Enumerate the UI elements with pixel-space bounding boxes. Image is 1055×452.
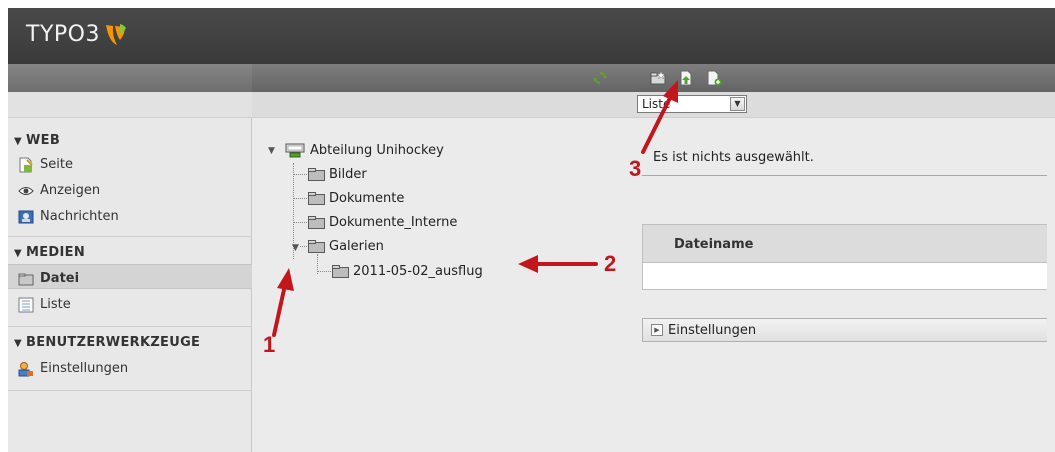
subbar-left	[8, 92, 252, 118]
tree-line	[317, 271, 331, 272]
tree-line	[293, 198, 307, 199]
new-folder-icon[interactable]	[650, 70, 666, 86]
module-menu: ▼ WEB Seite Anzeigen Nachrichten ▼ MEDIE…	[8, 118, 252, 452]
new-file-icon[interactable]	[706, 70, 722, 86]
top-bar: TYPO3	[8, 8, 1055, 64]
user-settings-icon	[18, 361, 33, 376]
tree-node-bilder[interactable]: Bilder	[308, 167, 367, 182]
annotation-label-2: 2	[604, 251, 617, 276]
nothing-selected-message: Es ist nichts ausgewählt.	[653, 150, 814, 165]
tree-node-dokumente-interne[interactable]: Dokumente_Interne	[308, 215, 457, 230]
divider	[642, 175, 1047, 176]
collapse-triangle-icon[interactable]: ▼	[268, 146, 275, 156]
folder-icon	[308, 192, 325, 205]
table-row	[643, 263, 1047, 289]
expand-icon: ▶	[651, 324, 663, 336]
docheader-left	[8, 64, 252, 92]
menu-item-nachrichten[interactable]: Nachrichten	[8, 202, 252, 227]
dropdown-arrow-icon[interactable]: ▼	[730, 97, 745, 111]
settings-section-toggle[interactable]: ▶ Einstellungen	[642, 318, 1047, 342]
menu-group-web[interactable]: ▼ WEB	[8, 128, 252, 152]
menu-group-benutzerwerkzeuge[interactable]: ▼ BENUTZERWERKZEUGE	[8, 330, 252, 354]
upload-file-icon[interactable]	[678, 70, 694, 86]
collapse-triangle-icon: ▼	[14, 136, 22, 147]
menu-item-liste[interactable]: Liste	[8, 290, 252, 315]
menu-separator	[8, 236, 252, 237]
collapse-triangle-icon: ▼	[14, 338, 22, 349]
annotation-label-1: 1	[263, 332, 276, 357]
column-header-dateiname[interactable]: Dateiname	[643, 225, 1047, 263]
folder-icon	[18, 273, 34, 285]
annotation-label-3: 3	[629, 156, 642, 181]
tree-line	[293, 222, 307, 223]
typo3-logo-text: TYPO3	[26, 22, 100, 47]
eye-icon	[18, 186, 34, 195]
tree-node-dokumente[interactable]: Dokumente	[308, 191, 404, 206]
folder-icon	[308, 240, 325, 253]
docheader-toolbar	[252, 64, 1055, 92]
menu-separator	[8, 390, 252, 391]
tree-node-galerien[interactable]: Galerien	[308, 239, 384, 254]
menu-item-anzeigen[interactable]: Anzeigen	[8, 176, 252, 201]
news-icon	[18, 210, 34, 223]
folder-icon	[308, 168, 325, 181]
collapse-triangle-icon: ▼	[14, 248, 22, 259]
menu-item-einstellungen[interactable]: Einstellungen	[8, 354, 252, 379]
folder-icon	[308, 216, 325, 229]
page-icon	[19, 157, 33, 172]
refresh-icon[interactable]	[592, 70, 608, 86]
folder-icon	[332, 265, 349, 278]
tree-line	[293, 174, 307, 175]
tree-node-ausflug[interactable]: 2011-05-02_ausflug	[332, 264, 483, 279]
list-icon	[18, 297, 34, 312]
typo3-logo-icon	[106, 24, 126, 45]
menu-item-seite[interactable]: Seite	[8, 150, 252, 175]
view-mode-select[interactable]: Liste ▼	[637, 95, 747, 113]
menu-group-medien[interactable]: ▼ MEDIEN	[8, 240, 252, 264]
menu-separator	[8, 326, 252, 327]
tree-line	[300, 246, 307, 247]
folder-tree: ▼ Abteilung Unihockey Bilder Dokumente D…	[252, 118, 635, 452]
menu-item-datei[interactable]: Datei	[8, 264, 252, 289]
filemount-icon	[285, 143, 305, 158]
file-table: Dateiname	[642, 224, 1047, 290]
collapse-triangle-icon[interactable]: ▼	[292, 243, 299, 253]
tree-root-node[interactable]: Abteilung Unihockey	[284, 142, 444, 158]
